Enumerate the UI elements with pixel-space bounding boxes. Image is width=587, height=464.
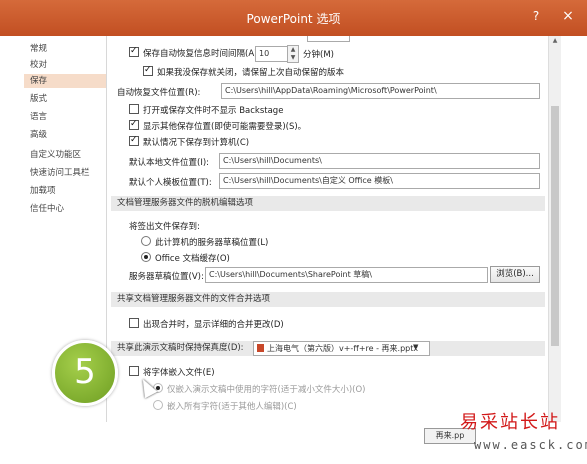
scroll-up-icon[interactable]: ▲	[549, 36, 561, 46]
embed-fonts-label: 将字体嵌入文件(E)	[143, 368, 215, 378]
fidelity-document-select[interactable]: 上海电气（第六版）v+-ff+re - 再来.pptx	[253, 341, 430, 356]
title-bar: PowerPoint 选项 ? ×	[0, 0, 587, 36]
sidebar-item-customize-ribbon[interactable]: 自定义功能区	[30, 148, 106, 162]
keep-last-row: 如果我没保存就关闭，请保留上次自动保留的版本	[143, 66, 344, 78]
keep-last-label: 如果我没保存就关闭，请保留上次自动保留的版本	[157, 68, 345, 78]
personal-templates-input[interactable]: C:\Users\hill\Documents\自定义 Office 模板\	[219, 173, 540, 189]
sidebar-item-quick-access[interactable]: 快速访问工具栏	[30, 166, 106, 180]
step-number-badge: 5	[52, 340, 118, 406]
server-drafts-label: 此计算机的服务器草稿位置(L)	[155, 238, 269, 248]
drafts-location-label: 服务器草稿位置(V):	[129, 272, 204, 282]
autorecover-location-input[interactable]: C:\Users\hill\AppData\Roaming\Microsoft\…	[221, 83, 540, 99]
offline-section-header: 文档管理服务器文件的脱机编辑选项	[111, 196, 545, 211]
minutes-spinner[interactable]: ▲ ▼	[287, 45, 299, 63]
save-to-computer-checkbox[interactable]	[129, 136, 139, 146]
embed-fonts-row: 将字体嵌入文件(E)	[129, 366, 215, 378]
sidebar-item-save[interactable]: 保存	[24, 74, 106, 88]
embed-all-label: 嵌入所有字符(适于其他人编辑)(C)	[167, 402, 297, 412]
no-backstage-checkbox[interactable]	[129, 104, 139, 114]
no-backstage-label: 打开或保存文件时不显示 Backstage	[143, 106, 284, 116]
sidebar-item-proofing[interactable]: 校对	[30, 58, 106, 72]
watermark-url: www.easck.com	[474, 438, 587, 452]
sidebar-item-layout[interactable]: 版式	[30, 92, 106, 106]
office-cache-label: Office 文档缓存(O)	[155, 254, 230, 264]
merge-section-header: 共享文档管理服务器文件的文件合并选项	[111, 292, 545, 307]
sidebar-item-trust-center[interactable]: 信任中心	[30, 202, 106, 216]
sidebar-item-general[interactable]: 常规	[30, 42, 106, 56]
watermark-site: 易采站长站	[460, 412, 560, 433]
save-checked-out-label: 将签出文件保存到:	[129, 222, 200, 232]
sidebar-item-advanced[interactable]: 高级	[30, 128, 106, 142]
save-to-computer-label: 默认情况下保存到计算机(C)	[143, 138, 250, 148]
show-merge-row: 出现合并时，显示详细的合并更改(D)	[129, 318, 284, 330]
show-other-locations-row: 显示其他保存位置(即使可能需要登录)(S)。	[129, 120, 306, 132]
embed-used-label: 仅嵌入演示文稿中使用的字符(适于减小文件大小)(O)	[167, 385, 366, 395]
server-drafts-row: 此计算机的服务器草稿位置(L)	[141, 236, 268, 248]
default-local-label: 默认本地文件位置(I):	[129, 158, 210, 168]
show-merge-label: 出现合并时，显示详细的合并更改(D)	[143, 320, 284, 330]
show-other-locations-label: 显示其他保存位置(即使可能需要登录)(S)。	[143, 122, 307, 132]
no-backstage-row: 打开或保存文件时不显示 Backstage	[129, 104, 283, 116]
office-cache-radio[interactable]	[141, 252, 151, 262]
personal-templates-label: 默认个人模板位置(T):	[129, 178, 212, 188]
autorecover-row: 保存自动恢复信息时间间隔(A)	[129, 47, 257, 59]
vertical-scrollbar[interactable]: ▲	[548, 36, 561, 422]
embed-all-radio[interactable]	[153, 400, 163, 410]
save-to-computer-row: 默认情况下保存到计算机(C)	[129, 136, 249, 148]
window-title: PowerPoint 选项	[246, 12, 341, 26]
sidebar-item-language[interactable]: 语言	[30, 110, 106, 124]
embed-all-row: 嵌入所有字符(适于其他人编辑)(C)	[153, 400, 297, 412]
clipped-field	[307, 36, 350, 42]
scrollbar-thumb[interactable]	[551, 106, 559, 346]
autorecover-label: 保存自动恢复信息时间间隔(A)	[143, 49, 258, 59]
minutes-unit: 分钟(M)	[303, 50, 334, 60]
sidebar-item-addins[interactable]: 加载项	[30, 184, 106, 198]
fidelity-document-name: 上海电气（第六版）v+-ff+re - 再来.pptx	[267, 344, 419, 353]
autorecover-checkbox[interactable]	[129, 47, 139, 57]
keep-last-checkbox[interactable]	[143, 66, 153, 76]
embed-fonts-checkbox[interactable]	[129, 366, 139, 376]
server-drafts-radio[interactable]	[141, 236, 151, 246]
autorecover-location-label: 自动恢复文件位置(R):	[117, 88, 201, 98]
close-button[interactable]: ×	[557, 7, 579, 25]
show-other-locations-checkbox[interactable]	[129, 120, 139, 130]
embed-used-row: 仅嵌入演示文稿中使用的字符(适于减小文件大小)(O)	[153, 383, 365, 395]
autorecover-minutes-input[interactable]: 10	[255, 46, 288, 62]
show-merge-checkbox[interactable]	[129, 318, 139, 328]
help-button[interactable]: ?	[525, 7, 547, 25]
drafts-location-input[interactable]: C:\Users\hill\Documents\SharePoint 草稿\	[205, 267, 488, 283]
save-settings-panel: 保存自动恢复信息时间间隔(A) 10 ▲▼ 分钟(M) 如果我没保存就关闭，请保…	[107, 36, 547, 422]
chevron-down-icon[interactable]: ▼	[413, 343, 418, 351]
browse-button[interactable]: 浏览(B)...	[490, 266, 540, 283]
default-local-input[interactable]: C:\Users\hill\Documents\	[219, 153, 540, 169]
pptx-file-icon	[257, 344, 264, 352]
office-cache-row: Office 文档缓存(O)	[141, 252, 230, 264]
